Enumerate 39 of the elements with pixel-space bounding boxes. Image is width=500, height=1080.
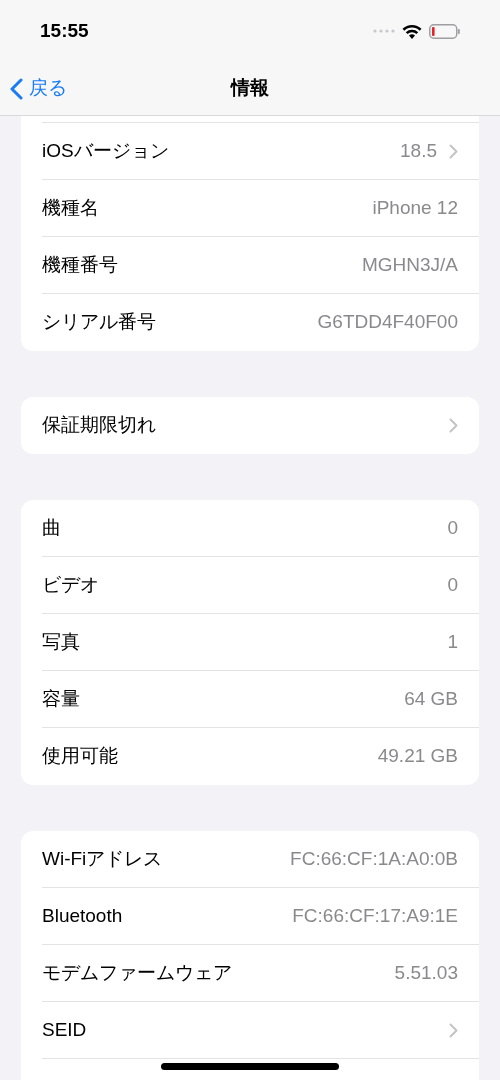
back-chevron-icon [10, 77, 23, 100]
row-label: ビデオ [42, 572, 99, 597]
row-label: 容量 [42, 686, 80, 711]
row-value: G6TDD4F40F00 [317, 310, 458, 335]
page-title: 情報 [231, 76, 269, 101]
row-value: 64 GB [404, 686, 458, 711]
row-value: FC:66:CF:17:A9:1E [292, 903, 458, 928]
row-label: iOSバージョン [42, 138, 169, 163]
row-label: Bluetooth [42, 903, 123, 928]
back-button[interactable]: 戻る [10, 74, 67, 103]
row-label: 写真 [42, 629, 80, 654]
row-label: 曲 [42, 515, 61, 540]
row-value: 49.21 GB [377, 744, 458, 769]
row-value: 1 [447, 629, 458, 654]
row-value: 5.51.03 [394, 960, 458, 985]
settings-row[interactable]: iOSバージョン 18.5 [42, 123, 458, 179]
row-label: 使用可能 [42, 744, 118, 769]
settings-row[interactable]: SEID [42, 1002, 458, 1058]
row-label: 保証期限切れ [42, 413, 156, 438]
row-value: iPhone 12 [372, 195, 458, 220]
settings-row[interactable]: 保証期限切れ [42, 397, 458, 454]
row-label: SEID [42, 1017, 87, 1042]
row-label: Wi-Fiアドレス [42, 846, 163, 871]
row-label: シリアル番号 [42, 310, 156, 335]
row-value: 0 [447, 572, 458, 597]
row-value: FC:66:CF:1A:A0:0B [290, 846, 458, 871]
battery-icon [429, 23, 460, 39]
row-label: モデムファームウェア [42, 960, 232, 985]
row-value: 18.5 [400, 138, 437, 163]
signal-icon [373, 29, 395, 33]
row-value: 0 [447, 515, 458, 540]
chevron-icon [449, 418, 458, 433]
row-label: 機種名 [42, 195, 99, 220]
chevron-icon [449, 1022, 458, 1038]
row-value: MGHN3J/A [361, 252, 458, 277]
chevron-icon [449, 143, 458, 159]
row-label: 機種番号 [42, 252, 118, 277]
status-time: 15:55 [40, 18, 89, 43]
wifi-icon [402, 23, 422, 39]
